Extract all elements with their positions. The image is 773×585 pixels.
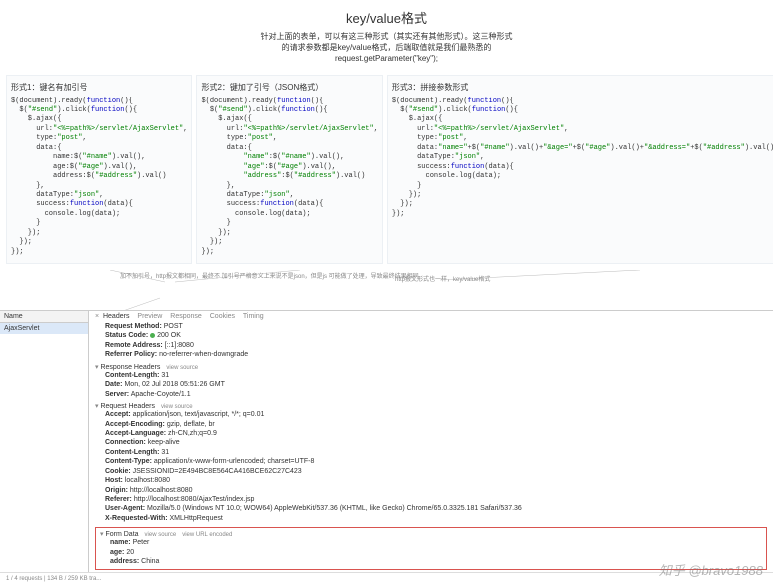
page-title: key/value格式 bbox=[0, 8, 773, 27]
kv-key: Remote Address: bbox=[105, 342, 163, 349]
kv-key: age: bbox=[110, 549, 124, 556]
kv-val: application/json, text/javascript, */*; … bbox=[133, 411, 265, 418]
code-col-1: 形式1：键名有加引号 $(document).ready(function(){… bbox=[6, 75, 192, 264]
annotation-right: http报文形式也一样，key/value格式 bbox=[395, 274, 490, 283]
code-block: $(document).ready(function(){ $("#send")… bbox=[11, 97, 187, 257]
intro-line: request.getParameter("key"); bbox=[335, 54, 438, 63]
kv-key: Content-Type: bbox=[105, 458, 152, 465]
kv-val: 31 bbox=[161, 372, 169, 379]
section-header[interactable]: Response Headers bbox=[95, 364, 160, 371]
tab-cookies[interactable]: Cookies bbox=[210, 313, 235, 320]
kv-key: Accept-Encoding: bbox=[105, 421, 165, 428]
kv-val: application/x-www-form-urlencoded; chars… bbox=[154, 458, 314, 465]
kv-val: zh-CN,zh;q=0.9 bbox=[168, 430, 217, 437]
kv-key: Accept-Language: bbox=[105, 430, 166, 437]
code-col-2: 形式2：键加了引号（JSON格式） $(document).ready(func… bbox=[196, 75, 382, 264]
code-col-3: 形式3：拼接参数形式 $(document).ready(function(){… bbox=[387, 75, 773, 264]
kv-val: Peter bbox=[133, 539, 150, 546]
view-source-link[interactable]: view source bbox=[166, 365, 198, 371]
tab-preview[interactable]: Preview bbox=[137, 313, 162, 320]
tab-headers[interactable]: Headers bbox=[103, 313, 129, 320]
kv-key: Cookie: bbox=[105, 468, 131, 475]
name-header[interactable]: Name bbox=[0, 311, 88, 323]
code-block: $(document).ready(function(){ $("#send")… bbox=[201, 97, 377, 257]
code-block: $(document).ready(function(){ $("#send")… bbox=[392, 97, 773, 220]
kv-key: X-Requested-With: bbox=[105, 515, 168, 522]
code-columns: 形式1：键名有加引号 $(document).ready(function(){… bbox=[0, 75, 773, 264]
network-list: Name AjaxServlet bbox=[0, 311, 89, 572]
request-item[interactable]: AjaxServlet bbox=[0, 323, 88, 334]
kv-key: Date: bbox=[105, 381, 123, 388]
col-header: 形式1：键名有加引号 bbox=[11, 82, 187, 93]
form-data-box: Form Dataview sourceview URL encoded nam… bbox=[95, 527, 767, 569]
request-detail: × Headers Preview Response Cookies Timin… bbox=[89, 311, 773, 572]
kv-val: no-referrer-when-downgrade bbox=[159, 351, 248, 358]
intro-text: 针对上面的表单，可以有这三种形式（其实还有其他形式）。这三种形式 的请求参数都是… bbox=[0, 31, 773, 65]
section-header[interactable]: Form Data bbox=[100, 531, 139, 538]
kv-key: Origin: bbox=[105, 487, 128, 494]
kv-key: Referrer Policy: bbox=[105, 351, 157, 358]
kv-key: Status Code: bbox=[105, 332, 148, 339]
kv-key: address: bbox=[110, 558, 139, 565]
col-header: 形式2：键加了引号（JSON格式） bbox=[201, 82, 377, 93]
kv-val: China bbox=[141, 558, 159, 565]
kv-val: 20 bbox=[126, 549, 134, 556]
kv-val: localhost:8080 bbox=[125, 477, 170, 484]
request-headers: Request Headersview source Accept: appli… bbox=[95, 402, 767, 523]
annotation-area: 加不加引号，http报文都相同，最终不 加引号严格意义上来说不是json，但是j… bbox=[0, 270, 773, 310]
kv-key: User-Agent: bbox=[105, 505, 145, 512]
detail-tabs: × Headers Preview Response Cookies Timin… bbox=[95, 313, 767, 320]
kv-val: POST bbox=[164, 323, 183, 330]
col-header: 形式3：拼接参数形式 bbox=[392, 82, 773, 93]
kv-key: name: bbox=[110, 539, 131, 546]
kv-val: XMLHttpRequest bbox=[170, 515, 223, 522]
kv-val: keep-alive bbox=[148, 439, 180, 446]
kv-key: Server: bbox=[105, 391, 129, 398]
kv-key: Accept: bbox=[105, 411, 131, 418]
section-header[interactable]: Request Headers bbox=[95, 403, 155, 410]
status-dot-icon bbox=[150, 333, 155, 338]
kv-key: Host: bbox=[105, 477, 123, 484]
devtools-panel: Name AjaxServlet × Headers Preview Respo… bbox=[0, 310, 773, 572]
general-section: Request Method: POST Status Code: 200 OK… bbox=[105, 322, 767, 360]
tab-response[interactable]: Response bbox=[170, 313, 202, 320]
kv-val: Apache-Coyote/1.1 bbox=[131, 391, 191, 398]
view-url-link[interactable]: view URL encoded bbox=[182, 532, 232, 538]
annotation-left: 加不加引号，http报文都相同，最终不 加引号严格意义上来说不是json，但是j… bbox=[120, 274, 419, 282]
kv-val: gzip, deflate, br bbox=[167, 421, 215, 428]
kv-key: Content-Length: bbox=[105, 449, 159, 456]
kv-val: [::1]:8080 bbox=[165, 342, 194, 349]
kv-val: Mon, 02 Jul 2018 05:51:26 GMT bbox=[124, 381, 224, 388]
kv-val: 31 bbox=[161, 449, 169, 456]
kv-key: Content-Length: bbox=[105, 372, 159, 379]
tab-timing[interactable]: Timing bbox=[243, 313, 264, 320]
response-headers: Response Headers view source Content-Leng… bbox=[95, 363, 767, 399]
kv-key: Connection: bbox=[105, 439, 146, 446]
kv-val: 200 OK bbox=[157, 332, 181, 339]
kv-val: JSESSIONID=2E494BC8E564CA416BCE62C27C423 bbox=[133, 468, 302, 475]
kv-val: Mozilla/5.0 (Windows NT 10.0; WOW64) App… bbox=[147, 505, 522, 512]
intro-line: 针对上面的表单，可以有这三种形式（其实还有其他形式）。这三种形式 bbox=[261, 32, 513, 41]
status-bar: 1 / 4 requests | 134 B / 259 KB tra... bbox=[0, 572, 773, 585]
kv-val: http://localhost:8080 bbox=[130, 487, 193, 494]
kv-key: Request Method: bbox=[105, 323, 162, 330]
intro-line: 的请求参数都是key/value格式，后端取值就是我们最熟悉的 bbox=[282, 43, 492, 52]
